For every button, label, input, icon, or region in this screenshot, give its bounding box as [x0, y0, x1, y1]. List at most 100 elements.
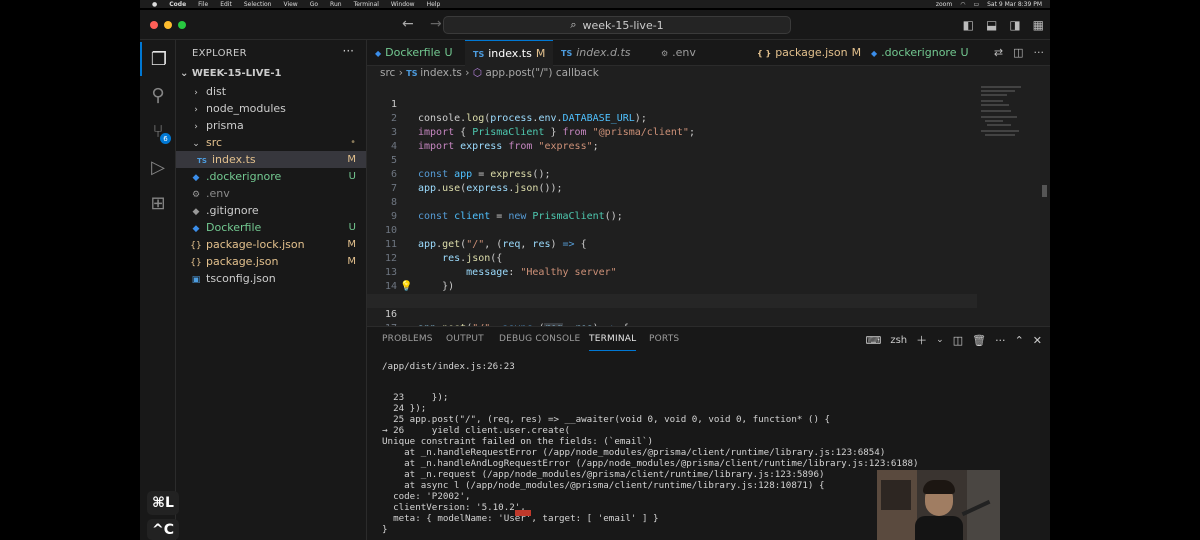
code-line: 2 import { PrismaClient } from "@prisma/… [367, 98, 977, 138]
tree-item-index-ts[interactable]: TS index.ts M [176, 151, 366, 168]
tab-dockerfile[interactable]: ◆ Dockerfile U [367, 40, 465, 66]
tab-problems[interactable]: PROBLEMS [382, 327, 433, 351]
battery-icon[interactable]: ▭ [973, 1, 979, 8]
menubar-clock[interactable]: Sat 9 Mar 8:39 PM [987, 1, 1042, 8]
more-actions-icon[interactable]: ··· [1034, 46, 1045, 59]
code-line: 12 message: "Healthy server" [367, 238, 977, 278]
run-debug-icon[interactable]: ▷ [140, 150, 176, 184]
terminal-cursor [515, 510, 531, 516]
tree-item-package-json[interactable]: {} package.json M [176, 253, 366, 270]
tree-item-env[interactable]: ⚙ .env [176, 185, 366, 202]
extensions-icon[interactable]: ⊞ [140, 186, 176, 220]
chevron-down-icon: ⌄ [180, 68, 192, 79]
tab-output[interactable]: OUTPUT [446, 327, 484, 351]
workspace-root-folder[interactable]: ⌄ WEEK-15-LIVE-1 [180, 68, 281, 79]
tree-item-dist[interactable]: › dist [176, 83, 366, 100]
wifi-icon[interactable]: ◠ [960, 1, 965, 8]
command-center-search[interactable]: ⌕ week-15-live-1 [443, 16, 791, 34]
code-line: 15 💡 [367, 280, 977, 306]
toggle-panel-icon[interactable]: ⬓ [986, 18, 997, 32]
minimize-window-button[interactable] [164, 21, 172, 29]
breadcrumb-symbol[interactable]: app.post("/") callback [485, 67, 599, 79]
terminal-icon[interactable]: ⌨ [865, 334, 881, 347]
menubar-selection[interactable]: Selection [244, 1, 272, 8]
search-view-icon[interactable]: ⚲ [140, 78, 176, 112]
tree-item-package-lock-json[interactable]: {} package-lock.json M [176, 236, 366, 253]
menubar-edit[interactable]: Edit [220, 1, 232, 8]
menubar-file[interactable]: File [198, 1, 208, 8]
split-terminal-icon[interactable]: ◫ [953, 334, 963, 347]
terminal-line: Unique constraint failed on the fields: … [382, 436, 654, 447]
toggle-primary-sidebar-icon[interactable]: ◧ [963, 18, 974, 32]
menubar-window[interactable]: Window [391, 1, 415, 8]
more-actions-icon[interactable]: ··· [995, 334, 1006, 347]
menubar-help[interactable]: Help [427, 1, 441, 8]
tab-package-json[interactable]: { } package.json M [749, 40, 863, 66]
menubar-view[interactable]: View [283, 1, 297, 8]
tab-env[interactable]: ⚙ .env [653, 40, 749, 66]
tab-debug-console[interactable]: DEBUG CONSOLE [499, 327, 580, 351]
menubar-terminal[interactable]: Terminal [354, 1, 379, 8]
terminal-line: 24 }); [382, 403, 427, 414]
tree-item-label: .gitignore [206, 204, 259, 217]
terminal-line: 23 }); [382, 392, 449, 403]
kill-terminal-icon[interactable]: 🗑 [972, 334, 986, 347]
docker-icon: ◆ [375, 49, 382, 58]
zoom-window-button[interactable] [178, 21, 186, 29]
close-panel-icon[interactable]: ✕ [1033, 334, 1042, 347]
vscode-window: ← → ⌕ week-15-live-1 ◧ ⬓ ◨ ▦ ❐ ⚲ ⑂ 6 ▷ ⊞ … [140, 10, 1050, 540]
tsconfig-file-icon: ▣ [191, 275, 201, 285]
typescript-file-icon: TS [406, 69, 421, 78]
tree-item-dockerfile[interactable]: ◆ Dockerfile U [176, 219, 366, 236]
zoom-status-icon[interactable]: zoom [936, 1, 952, 8]
explorer-files-icon[interactable]: ❐ [140, 42, 176, 76]
terminal-line: clientVersion: '5.10.2', [382, 502, 526, 513]
tab-terminal[interactable]: TERMINAL [589, 327, 637, 351]
more-actions-icon[interactable]: ··· [343, 44, 354, 58]
toggle-secondary-sidebar-icon[interactable]: ◨ [1009, 18, 1020, 32]
explorer-sidebar: EXPLORER ··· ⌄ WEEK-15-LIVE-1 › dist › nod… [176, 40, 367, 540]
tree-item-dockerignore[interactable]: ◆ .dockerignore U [176, 168, 366, 185]
apple-icon[interactable]: ● [152, 1, 157, 8]
menubar-run[interactable]: Run [330, 1, 342, 8]
tree-item-gitignore[interactable]: ◆ .gitignore [176, 202, 366, 219]
minimap[interactable] [977, 82, 1037, 326]
menubar-app-name[interactable]: Code [169, 1, 186, 8]
tab-dockerignore[interactable]: ◆ .dockerignore U [863, 40, 973, 66]
maximize-panel-icon[interactable]: ⌃ [1015, 334, 1024, 347]
split-editor-icon[interactable]: ◫ [1013, 46, 1023, 59]
tree-item-label: Dockerfile [206, 221, 262, 234]
new-terminal-icon[interactable]: ＋ [916, 332, 927, 348]
back-arrow-icon[interactable]: ← [402, 16, 414, 32]
code-line-current: 16 app.post("/", async (req, res) => { [367, 294, 977, 326]
tree-item-node-modules[interactable]: › node_modules [176, 100, 366, 117]
source-control-icon[interactable]: ⑂ 6 [140, 114, 176, 148]
breadcrumb-folder[interactable]: src [380, 67, 395, 79]
tab-index-d-ts[interactable]: TS index.d.ts [553, 40, 653, 66]
shell-name[interactable]: zsh [890, 335, 907, 346]
tab-label: .env [672, 46, 696, 59]
tree-item-tsconfig-json[interactable]: ▣ tsconfig.json [176, 270, 366, 287]
tree-item-label: index.ts [212, 153, 256, 166]
editor-scrollbar[interactable] [1042, 185, 1047, 197]
tree-item-label: node_modules [206, 102, 286, 115]
code-line: 6 app.use(express.json()); [367, 154, 977, 194]
lightbulb-icon[interactable]: 💡 [400, 280, 412, 294]
tab-label: index.d.ts [576, 46, 631, 59]
close-window-button[interactable] [150, 21, 158, 29]
typescript-file-icon: TS [561, 49, 573, 58]
breadcrumb-file[interactable]: index.ts [420, 67, 462, 79]
customize-layout-icon[interactable]: ▦ [1033, 18, 1044, 32]
code-editor[interactable]: 1 console.log(process.env.DATABASE_URL);… [367, 82, 977, 326]
tree-item-label: .env [206, 187, 230, 200]
tree-item-src[interactable]: ⌄ src • [176, 134, 366, 151]
tab-ports[interactable]: PORTS [649, 327, 679, 351]
compare-changes-icon[interactable]: ⇄ [994, 46, 1003, 59]
tab-index-ts[interactable]: TS index.ts M [465, 40, 553, 66]
chevron-down-icon[interactable]: ⌄ [936, 335, 944, 345]
menubar-go[interactable]: Go [310, 1, 318, 8]
tree-item-prisma[interactable]: › prisma [176, 117, 366, 134]
code-line: 13 }) [367, 252, 977, 292]
forward-arrow-icon[interactable]: → [430, 16, 442, 32]
code-line: 8 const client = new PrismaClient(); [367, 182, 977, 222]
